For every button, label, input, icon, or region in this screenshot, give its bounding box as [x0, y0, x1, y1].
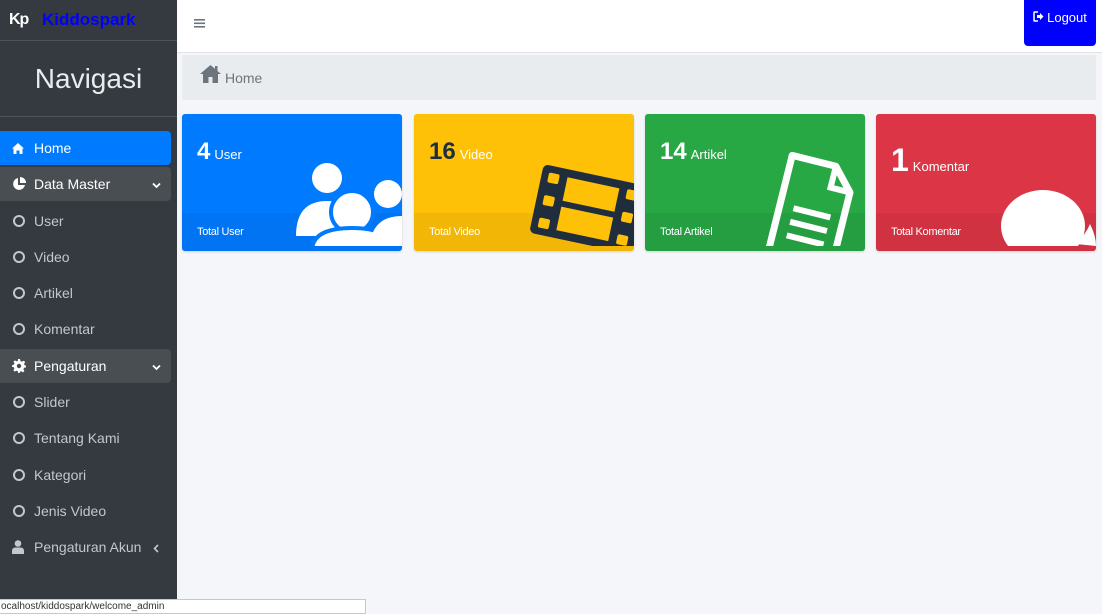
sidebar-item-label: Slider [34, 394, 70, 411]
circle-icon [13, 396, 25, 409]
sidebar-item-label: Home [34, 140, 72, 156]
circle-icon [13, 504, 25, 517]
document-icon [755, 151, 865, 251]
stat-count: 16 [429, 138, 456, 165]
home-icon[interactable] [200, 65, 225, 86]
status-bar-url: ocalhost/kiddospark/welcome_admin [0, 599, 366, 614]
sidebar-item-pengaturan-akun[interactable]: Pengaturan Akun [0, 530, 171, 564]
sidebar-title: Navigasi [0, 41, 177, 117]
stat-unit: Video [459, 147, 493, 162]
circle-icon [13, 214, 25, 227]
breadcrumb-home[interactable]: Home [225, 70, 262, 86]
sidebar-item-data-master[interactable]: Data Master [0, 167, 171, 202]
chevron-down-icon [152, 359, 161, 375]
stat-unit: Artikel [690, 147, 727, 162]
sidebar-item-artikel[interactable]: Artikel [0, 276, 171, 310]
sign-out-icon [1033, 10, 1044, 25]
sidebar-item-komentar[interactable]: Komentar [0, 312, 171, 346]
stat-unit: User [214, 147, 242, 162]
brand-logo: Kp [9, 11, 29, 28]
pie-chart-icon [12, 177, 34, 191]
sidebar-item-label: Tentang Kami [34, 430, 120, 447]
stat-count: 1 [891, 142, 909, 178]
sidebar-item-label: Kategori [34, 466, 87, 483]
sidebar-item-label: User [34, 212, 64, 229]
stat-unit: Komentar [912, 159, 970, 174]
sidebar-item-label: Jenis Video [34, 502, 107, 519]
brand[interactable]: Kp Kiddospark [0, 0, 177, 41]
sidebar-item-label: Data Master [34, 176, 111, 193]
sidebar-item-tentang-kami[interactable]: Tentang Kami [0, 421, 171, 455]
circle-icon [13, 287, 25, 300]
sidebar-menu: Home Data Master User Video Artikel Kome… [0, 117, 177, 564]
sidebar-item-label: Pengaturan [34, 357, 107, 374]
top-navbar: Logout [177, 0, 1102, 53]
gear-icon [12, 358, 34, 373]
stat-count: 4 [197, 138, 211, 165]
sidebar-item-video[interactable]: Video [0, 240, 171, 274]
stat-card-artikel[interactable]: 14 Artikel Total Artikel [645, 114, 865, 251]
film-icon [524, 156, 634, 251]
home-icon [12, 142, 34, 154]
breadcrumb: Home [182, 55, 1096, 100]
stat-card-video[interactable]: 16 Video Total Video [414, 114, 634, 251]
brand-name: Kiddospark [42, 10, 136, 29]
stat-card-user[interactable]: 4 User Total User [182, 114, 402, 251]
user-icon [12, 540, 34, 555]
comment-icon [986, 176, 1096, 251]
sidebar-item-kategori[interactable]: Kategori [0, 458, 171, 492]
sidebar-item-pengaturan[interactable]: Pengaturan [0, 348, 171, 383]
logout-label: Logout [1047, 10, 1087, 25]
circle-icon [13, 468, 25, 481]
circle-icon [13, 250, 25, 263]
logout-button[interactable]: Logout [1024, 0, 1096, 46]
sidebar-item-jenis-video[interactable]: Jenis Video [0, 494, 171, 528]
chevron-left-icon [152, 540, 161, 556]
sidebar: Kp Kiddospark Navigasi Home Data Master … [0, 0, 177, 614]
sidebar-item-home[interactable]: Home [0, 131, 171, 165]
sidebar-item-label: Artikel [34, 285, 73, 302]
sidebar-item-label: Komentar [34, 321, 95, 338]
sidebar-item-user[interactable]: User [0, 204, 171, 238]
sidebar-item-label: Pengaturan Akun [34, 539, 142, 556]
chevron-down-icon [152, 177, 161, 193]
users-icon [292, 156, 402, 251]
circle-icon [13, 323, 25, 336]
hamburger-icon[interactable] [194, 15, 205, 33]
circle-icon [13, 432, 25, 445]
sidebar-item-slider[interactable]: Slider [0, 385, 171, 419]
sidebar-item-label: Video [34, 248, 70, 265]
stat-card-komentar[interactable]: 1 Komentar Total Komentar [876, 114, 1096, 251]
stat-count: 14 [660, 138, 687, 165]
